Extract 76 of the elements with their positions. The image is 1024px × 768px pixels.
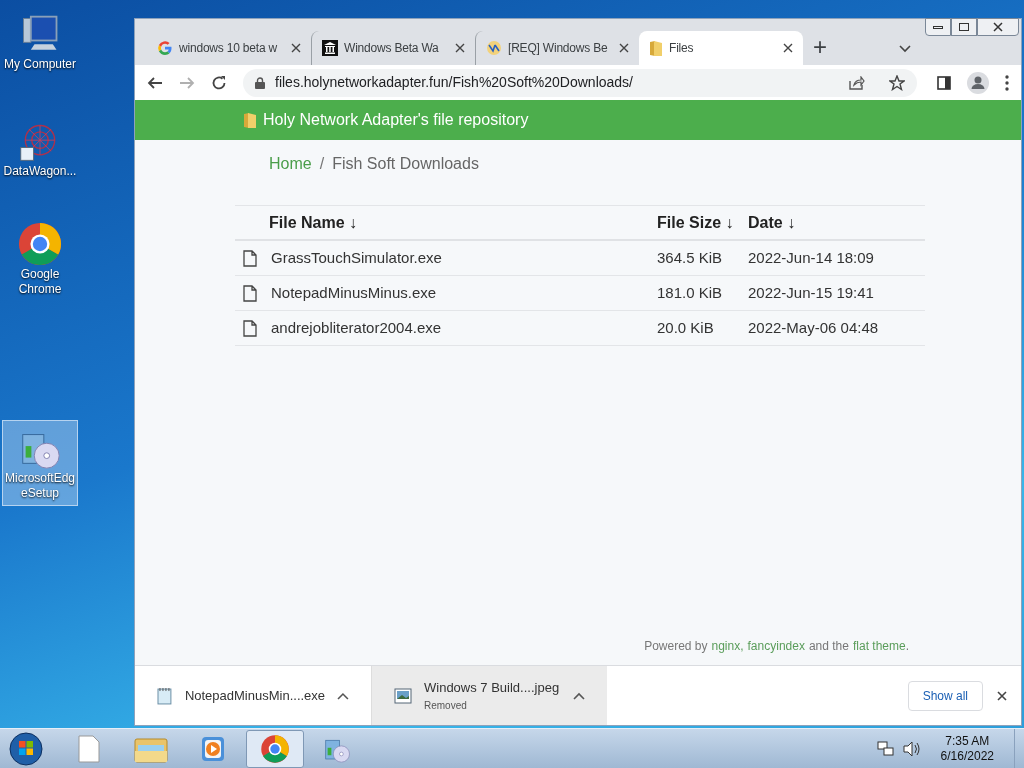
footer-text: Powered by — [644, 638, 708, 655]
show-all-button[interactable]: Show all — [907, 680, 983, 711]
clock-time[interactable]: 7:35 AM — [945, 733, 990, 749]
download-item[interactable]: Windows 7 Build....jpeg Removed — [371, 666, 607, 725]
breadcrumb-separator: / — [319, 154, 325, 174]
browser-tab[interactable]: windows 10 beta w — [147, 31, 311, 65]
column-header[interactable]: File Size ↓ — [657, 210, 748, 235]
close-button[interactable] — [977, 18, 1019, 36]
close-icon[interactable] — [291, 43, 301, 53]
folder-icon — [649, 39, 663, 57]
network-icon[interactable] — [876, 740, 895, 757]
google-icon — [157, 40, 173, 56]
file-icon — [243, 319, 257, 337]
close-icon — [993, 22, 1003, 32]
chevron-down-icon[interactable] — [899, 45, 911, 53]
close-icon[interactable] — [783, 43, 793, 53]
table-cell-text: 181.0 KiB — [657, 282, 724, 303]
table-cell-text: 2022-May-06 04:48 — [748, 317, 880, 338]
footer-text: . — [905, 638, 909, 655]
lock-icon — [255, 76, 265, 89]
close-icon[interactable] — [619, 43, 629, 53]
back-arrow-icon[interactable] — [147, 74, 163, 91]
desktop-icon[interactable]: My Computer — [2, 8, 78, 77]
museum-icon — [322, 40, 338, 56]
table-cell-text: 364.5 KiB — [657, 247, 724, 268]
download-filename: NotepadMinusMin....exe — [184, 686, 326, 705]
clock-date[interactable]: 6/16/2022 — [940, 748, 994, 764]
tab-title: windows 10 beta w — [179, 40, 278, 57]
notepad-icon — [157, 686, 173, 705]
reload-icon[interactable] — [211, 74, 227, 91]
column-header[interactable]: File Name ↓ — [235, 210, 657, 235]
share-icon[interactable] — [849, 75, 865, 90]
url-text: files.holynetworkadapter.fun/Fish%20Soft%20Downloads/ — [275, 73, 634, 92]
address-bar[interactable]: files.holynetworkadapter.fun/Fish%20Soft%20Downloads/ — [243, 68, 917, 97]
table-cell-text: 20.0 KiB — [657, 317, 715, 338]
chevron-up-icon[interactable] — [337, 691, 349, 700]
table-cell-text: 2022-Jun-14 18:09 — [748, 247, 875, 268]
image-file-icon — [394, 687, 412, 704]
chrome-icon — [260, 733, 290, 764]
file-icon — [243, 249, 257, 267]
document-icon — [77, 734, 101, 763]
file-link[interactable]: GrassTouchSimulator.exe — [271, 246, 442, 270]
file-icon — [243, 284, 257, 302]
start-button[interactable] — [6, 729, 46, 768]
chevron-up-icon[interactable] — [573, 691, 585, 700]
tab-title: Files — [669, 40, 695, 57]
tab-title: Windows Beta Wa — [344, 40, 440, 57]
breadcrumb-current: Fish Soft Downloads — [332, 154, 479, 174]
media-player-icon — [199, 734, 227, 763]
download-status: Removed — [424, 698, 468, 713]
file-link[interactable]: andrejobliterator2004.exe — [271, 316, 442, 340]
column-header[interactable]: Date ↓ — [748, 210, 925, 235]
new-tab-button[interactable]: + — [813, 35, 827, 59]
close-icon[interactable] — [997, 690, 1007, 701]
chrome-icon — [17, 221, 63, 267]
table-cell-text: 2022-Jun-15 19:41 — [748, 282, 875, 303]
file-link[interactable]: NotepadMinusMinus.exe — [271, 281, 437, 305]
minimize-button[interactable] — [925, 18, 951, 36]
close-icon[interactable] — [455, 43, 465, 53]
download-filename: Windows 7 Build....jpeg — [424, 679, 561, 698]
taskbar-button[interactable] — [246, 729, 304, 768]
star-icon[interactable] — [889, 74, 905, 91]
browser-tab[interactable]: Files — [639, 31, 803, 65]
desktop-icon[interactable]: DataWagon... — [2, 115, 78, 184]
tab-title: [REQ] Windows Be — [508, 40, 609, 57]
side-panel-icon[interactable] — [937, 75, 951, 90]
speaker-icon[interactable] — [902, 740, 921, 757]
forum-logo-icon — [486, 40, 502, 56]
menu-icon[interactable] — [1005, 74, 1009, 91]
profile-icon[interactable] — [967, 71, 989, 94]
banner-title: Holy Network Adapter's file repository — [263, 110, 529, 130]
windows-orb-icon — [8, 730, 44, 767]
folder-icon — [243, 111, 257, 129]
desktop-icon[interactable]: Google Chrome — [2, 216, 78, 302]
footer-text: and the — [808, 638, 849, 655]
maximize-button[interactable] — [951, 18, 977, 36]
